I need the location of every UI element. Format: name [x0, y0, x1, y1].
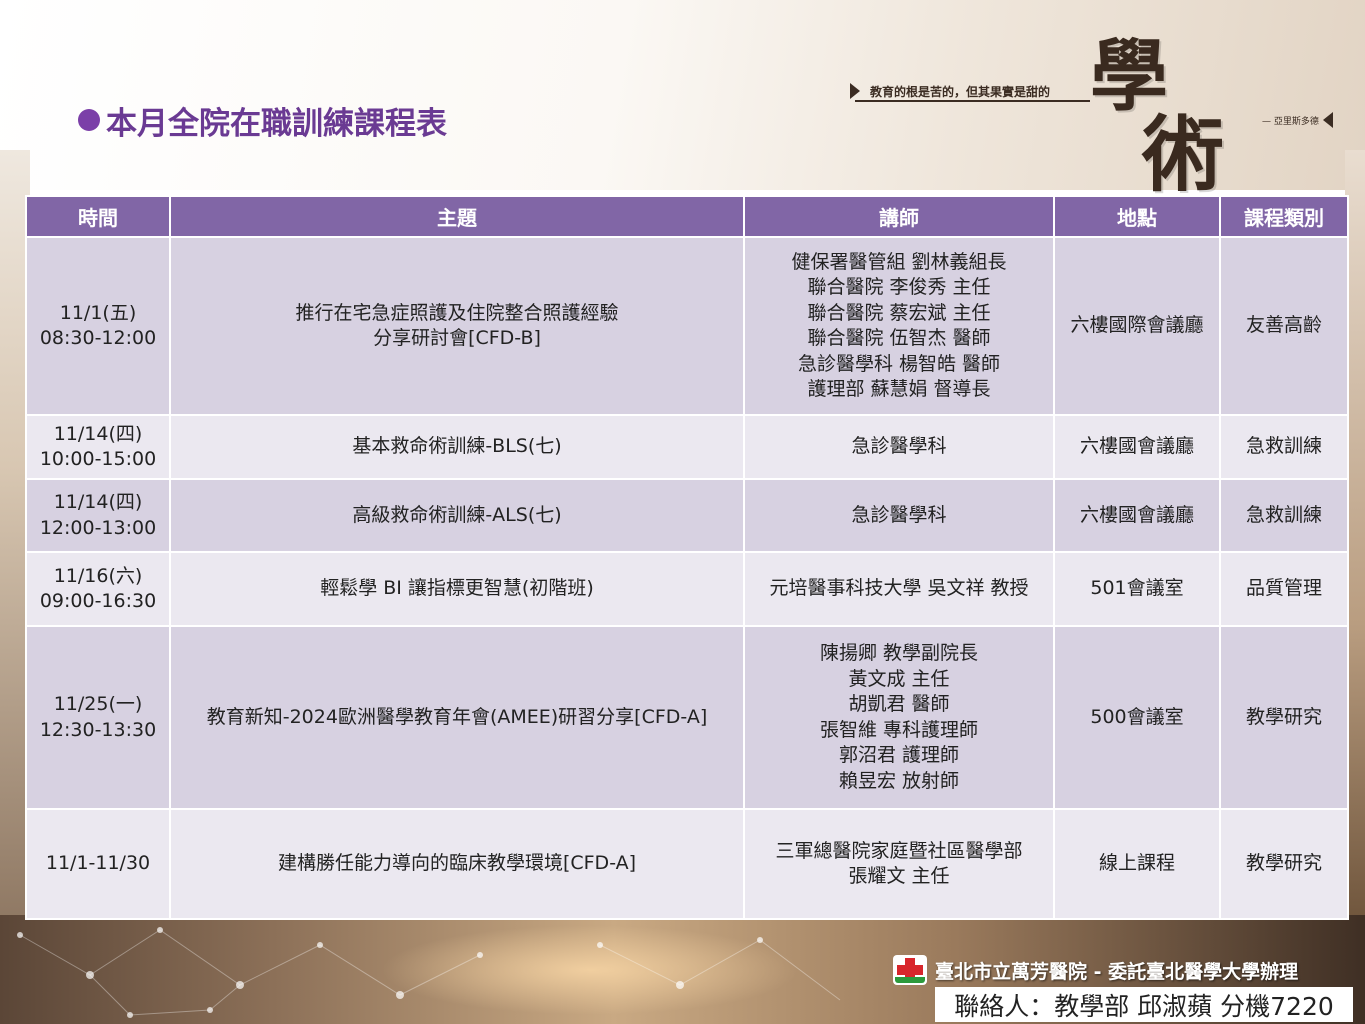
- cell-time: 11/1-11/30: [25, 808, 171, 920]
- cell-category: 友善高齡: [1219, 236, 1349, 416]
- cell-location: 六樓國會議廳: [1053, 414, 1221, 480]
- cell-lecturer: 急診醫學科: [743, 478, 1055, 553]
- cell-location: 501會議室: [1053, 551, 1221, 627]
- cell-time: 11/14(四) 12:00-13:00: [25, 478, 171, 553]
- table-row: 11/14(四) 10:00-15:00 基本救命術訓練-BLS(七) 急診醫學…: [25, 414, 1349, 480]
- cell-location: 六樓國際會議廳: [1053, 236, 1221, 416]
- table-header-row: 時間 主題 講師 地點 課程類別: [25, 195, 1349, 238]
- cell-category: 急救訓練: [1219, 414, 1349, 480]
- header-category: 課程類別: [1219, 195, 1349, 238]
- cell-topic: 教育新知-2024歐洲醫學教育年會(AMEE)研習分享[CFD-A]: [169, 625, 745, 810]
- cell-topic: 推行在宅急症照護及住院整合照護經驗 分享研討會[CFD-B]: [169, 236, 745, 416]
- cell-time: 11/1(五) 08:30-12:00: [25, 236, 171, 416]
- header-lecturer: 講師: [743, 195, 1055, 238]
- cell-time: 11/14(四) 10:00-15:00: [25, 414, 171, 480]
- cell-lecturer: 陳揚卿 教學副院長 黃文成 主任 胡凱君 醫師 張智維 專科護理師 郭沼君 護理…: [743, 625, 1055, 810]
- header-time: 時間: [25, 195, 171, 238]
- hospital-name: 臺北市立萬芳醫院 - 委託臺北醫學大學辦理: [893, 955, 1298, 985]
- page-title: 本月全院在職訓練課程表: [78, 98, 447, 142]
- cell-topic: 基本救命術訓練-BLS(七): [169, 414, 745, 480]
- course-schedule-table: 時間 主題 講師 地點 課程類別 11/1(五) 08:30-12:00 推行在…: [25, 195, 1349, 920]
- cell-location: 線上課程: [1053, 808, 1221, 920]
- cell-topic: 高級救命術訓練-ALS(七): [169, 478, 745, 553]
- cell-lecturer: 三軍總醫院家庭暨社區醫學部 張耀文 主任: [743, 808, 1055, 920]
- cell-time: 11/16(六) 09:00-16:30: [25, 551, 171, 627]
- cell-lecturer: 健保署醫管組 劉林義組長 聯合醫院 李俊秀 主任 聯合醫院 蔡宏斌 主任 聯合醫…: [743, 236, 1055, 416]
- motto-author: — 亞里斯多德: [1262, 112, 1333, 128]
- cell-topic: 建構勝任能力導向的臨床教學環境[CFD-A]: [169, 808, 745, 920]
- table-row: 11/1-11/30 建構勝任能力導向的臨床教學環境[CFD-A] 三軍總醫院家…: [25, 808, 1349, 920]
- table-row: 11/14(四) 12:00-13:00 高級救命術訓練-ALS(七) 急診醫學…: [25, 478, 1349, 553]
- triangle-left-icon: [1322, 112, 1333, 128]
- hospital-logo-icon: [893, 955, 927, 985]
- table-row: 11/25(一) 12:30-13:30 教育新知-2024歐洲醫學教育年會(A…: [25, 625, 1349, 810]
- motto: 教育的根是苦的，但其果實是甜的: [850, 78, 1090, 104]
- header-topic: 主題: [169, 195, 745, 238]
- cell-category: 教學研究: [1219, 808, 1349, 920]
- triangle-right-icon: [850, 83, 860, 99]
- cell-category: 急救訓練: [1219, 478, 1349, 553]
- table-row: 11/1(五) 08:30-12:00 推行在宅急症照護及住院整合照護經驗 分享…: [25, 236, 1349, 416]
- cell-time: 11/25(一) 12:30-13:30: [25, 625, 171, 810]
- contact-info: 聯絡人：教學部 邱淑蘋 分機7220: [935, 987, 1353, 1022]
- cell-topic: 輕鬆學 BI 讓指標更智慧(初階班): [169, 551, 745, 627]
- cell-location: 六樓國會議廳: [1053, 478, 1221, 553]
- bullet-icon: [78, 109, 100, 131]
- cell-lecturer: 急診醫學科: [743, 414, 1055, 480]
- header-location: 地點: [1053, 195, 1221, 238]
- cell-location: 500會議室: [1053, 625, 1221, 810]
- cell-category: 品質管理: [1219, 551, 1349, 627]
- calligraphy-char-2: 術: [1142, 107, 1225, 203]
- table-row: 11/16(六) 09:00-16:30 輕鬆學 BI 讓指標更智慧(初階班) …: [25, 551, 1349, 627]
- cell-lecturer: 元培醫事科技大學 吳文祥 教授: [743, 551, 1055, 627]
- cell-category: 教學研究: [1219, 625, 1349, 810]
